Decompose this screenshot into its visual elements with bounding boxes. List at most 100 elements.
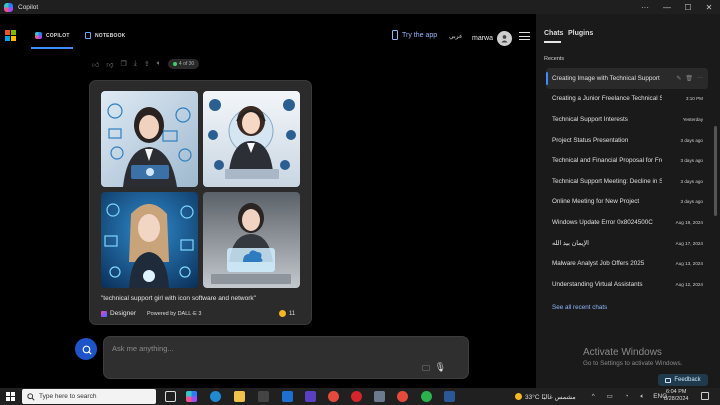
chat-item[interactable]: Malware Analyst Job Offers 2025 Aug 13, 2… <box>546 253 708 274</box>
see-all-chats-link[interactable]: See all recent chats <box>552 304 607 311</box>
word-icon[interactable] <box>444 391 455 402</box>
more-icon[interactable]: ··· <box>697 75 703 82</box>
avatar[interactable] <box>497 31 513 46</box>
generated-image-4[interactable] <box>203 192 300 288</box>
response-counter: 4 of 30 <box>167 59 200 69</box>
clock-time: 6:04 PM <box>665 389 687 395</box>
generated-image-1[interactable] <box>101 91 198 187</box>
store-icon[interactable] <box>258 391 269 402</box>
chat-title: Malware Analyst Job Offers 2025 <box>552 260 645 268</box>
chat-item[interactable]: Windows Update Error 0x8024500C Aug 19, 2… <box>546 212 708 233</box>
app-icon[interactable] <box>374 391 385 402</box>
tab-plugins[interactable]: Plugins <box>568 30 593 37</box>
mail-icon[interactable] <box>282 391 293 402</box>
chat-input[interactable] <box>112 344 412 353</box>
chat-item[interactable]: Technical Support Meeting: Decline in Sa… <box>546 171 708 192</box>
language-switch[interactable]: عربي <box>449 33 463 40</box>
microphone-icon[interactable]: 🎙︎ <box>435 362 446 373</box>
tab-notebook[interactable]: NOTEBOOK <box>85 32 126 39</box>
generated-image-3[interactable] <box>101 192 198 288</box>
chat-actions: ✎ 🗑︎ ··· <box>676 75 703 82</box>
support-girl-image-4 <box>211 203 291 284</box>
chat-date: 3 days ago <box>680 199 703 205</box>
chat-item[interactable]: Creating Image with Technical Support ✎ … <box>546 68 708 89</box>
user-menu[interactable]: marwa <box>472 31 513 46</box>
reaction-counter[interactable]: 11 <box>279 310 295 317</box>
chat-item[interactable]: Project Status Presentation 3 days ago <box>546 130 708 151</box>
notifications-icon[interactable] <box>701 392 709 400</box>
tab-chats[interactable]: Chats <box>544 30 563 37</box>
delete-icon[interactable]: 🗑︎ <box>685 75 693 82</box>
generated-image-2[interactable] <box>203 91 300 187</box>
try-the-app-label: Try the app <box>402 31 438 39</box>
try-the-app-link[interactable]: Try the app <box>392 30 437 40</box>
chrome-profile-icon[interactable] <box>397 391 408 402</box>
task-view-icon[interactable] <box>165 391 176 402</box>
copilot-taskbar-icon[interactable] <box>186 391 197 402</box>
thumbs-up-icon[interactable]: 👍︎ <box>92 60 99 69</box>
new-topic-button[interactable] <box>75 338 97 360</box>
window-title: Copilot <box>18 3 39 11</box>
powered-by-text: Powered by DALL·E 3 <box>147 311 202 317</box>
more-options-button[interactable]: ··· <box>634 0 656 14</box>
chat-item[interactable]: Understanding Virtual Assistants Aug 12, … <box>546 274 708 295</box>
feedback-label: Feedback <box>674 377 701 383</box>
user-icon <box>501 35 508 43</box>
weather-icon <box>515 393 522 400</box>
feedback-button[interactable]: Feedback <box>658 374 708 386</box>
windows-start-icon[interactable] <box>0 388 20 405</box>
taskbar-search-placeholder: Type here to search <box>39 393 97 400</box>
taskbar-clock[interactable]: 6:04 PM 8/28/2024 <box>664 389 688 403</box>
download-icon[interactable]: ⤓ <box>134 60 137 68</box>
title-bar: Copilot ··· — ☐ ✕ <box>0 0 720 14</box>
microsoft-logo-icon[interactable] <box>5 30 16 41</box>
chat-item[interactable]: Creating a Junior Freelance Technical Su… <box>546 89 708 110</box>
tab-copilot[interactable]: COPILOT <box>35 32 70 39</box>
clock-date: 8/28/2024 <box>664 396 689 402</box>
chat-title: Technical and Financial Proposal for Fre… <box>552 157 662 165</box>
chat-date: 3:10 PM <box>685 96 703 102</box>
file-explorer-icon[interactable] <box>234 391 245 402</box>
chat-composer: 🎙︎ <box>103 336 469 379</box>
minimize-button[interactable]: — <box>656 0 678 14</box>
chat-title: Online Meeting for New Project <box>552 198 640 206</box>
chat-date: 3 days ago <box>680 137 703 143</box>
edit-icon[interactable]: ✎ <box>676 75 681 82</box>
chat-item[interactable]: الإيمان بيد الله Aug 17, 2024 <box>546 233 708 254</box>
menu-icon[interactable] <box>519 32 530 40</box>
media-player-icon[interactable] <box>305 391 316 402</box>
response-counter-text: 4 of 30 <box>178 61 195 67</box>
chat-item[interactable]: Technical Support Interests Yesterday <box>546 109 708 130</box>
support-girl-image-3 <box>104 203 194 288</box>
weather-text[interactable]: 33°C مشمس غالبًا <box>525 393 576 401</box>
chat-title: Project Status Presentation <box>552 136 629 144</box>
chat-history-panel: Chats Plugins Recents Creating Image wit… <box>536 14 720 388</box>
thumbs-down-icon[interactable]: 👎︎ <box>106 60 113 69</box>
whatsapp-icon[interactable] <box>421 391 432 402</box>
copy-icon[interactable]: ❐ <box>120 60 126 68</box>
active-tab-indicator <box>544 41 561 43</box>
tray-icons[interactable]: ^ ▭ ◔ 🔈︎ <box>592 392 649 401</box>
close-button[interactable]: ✕ <box>698 0 720 14</box>
panel-scrollbar[interactable] <box>714 126 717 216</box>
watermark-subtitle: Go to Settings to activate Windows. <box>583 360 683 367</box>
copilot-logo-icon <box>4 2 13 12</box>
speaker-icon[interactable]: 🔈︎ <box>157 60 161 68</box>
chat-date: Aug 13, 2024 <box>675 261 703 267</box>
designer-label: Designer <box>110 310 137 317</box>
chat-title: Understanding Virtual Assistants <box>552 280 643 288</box>
edge-icon[interactable] <box>210 391 221 402</box>
chat-date: 3 days ago <box>680 178 703 184</box>
share-icon[interactable]: ⇪ <box>144 60 150 68</box>
image-upload-icon[interactable] <box>422 365 430 371</box>
chat-item[interactable]: Online Meeting for New Project 3 days ago <box>546 192 708 213</box>
chrome-icon[interactable] <box>328 391 339 402</box>
chat-item[interactable]: Technical and Financial Proposal for Fre… <box>546 150 708 171</box>
opera-icon[interactable] <box>351 391 362 402</box>
designer-link[interactable]: Designer <box>101 310 136 317</box>
search-icon <box>27 392 35 401</box>
chat-list: Creating Image with Technical Support ✎ … <box>546 68 708 295</box>
taskbar-search[interactable]: Type here to search <box>22 389 156 404</box>
maximize-button[interactable]: ☐ <box>677 0 699 14</box>
support-girl-image-1 <box>107 103 192 187</box>
